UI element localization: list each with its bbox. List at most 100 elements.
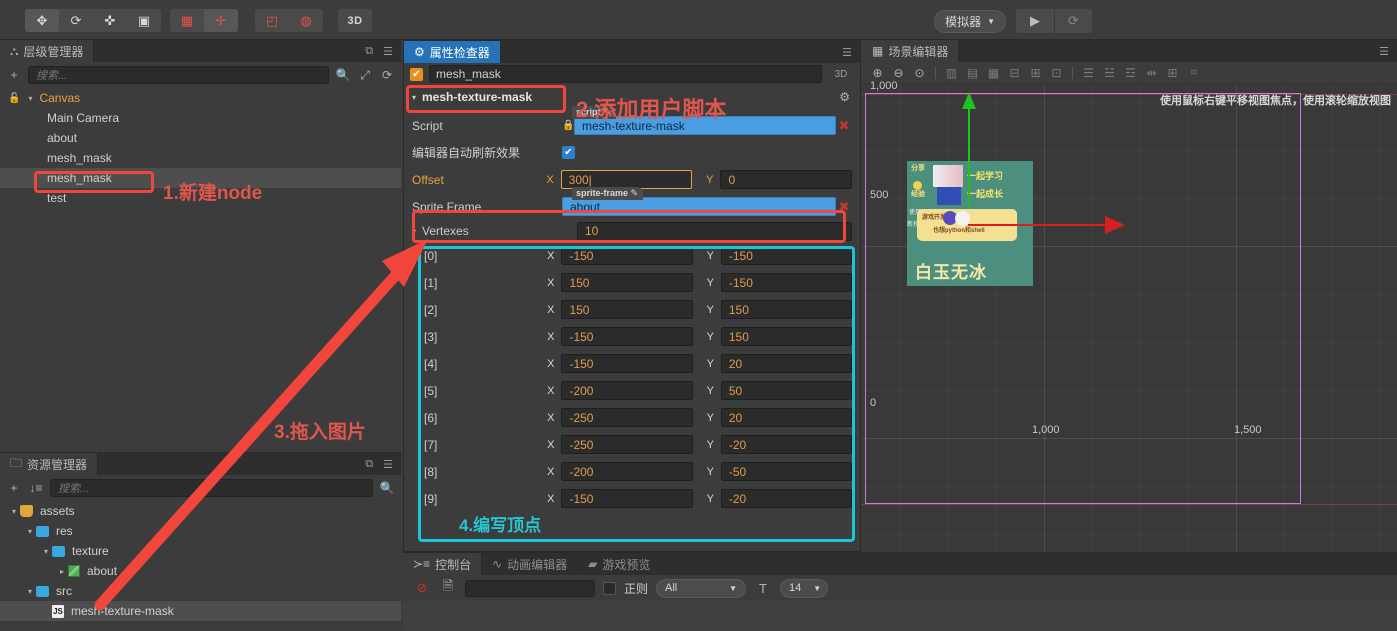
refresh-button[interactable]: ⟳ (1054, 9, 1092, 33)
align-right-icon[interactable]: ▦ (984, 64, 1003, 82)
tab-inspector[interactable]: ⚙ 属性检查器 (404, 41, 501, 63)
node-enabled-checkbox[interactable]: ✔ (410, 67, 423, 81)
align-middle-v-icon[interactable]: ⊞ (1026, 64, 1045, 82)
hierarchy-item-main-camera[interactable]: Main Camera (0, 108, 401, 128)
position-gizmo-toggle[interactable]: ▦ (170, 9, 204, 32)
local-coord-toggle[interactable]: ◰ (255, 9, 289, 32)
auto-refresh-checkbox[interactable]: ✔ (562, 146, 575, 159)
gizmo-x-axis[interactable] (968, 224, 1108, 226)
play-button[interactable]: ▶ (1016, 9, 1054, 33)
vertex-y-input[interactable]: -20 (720, 489, 853, 508)
add-node-button[interactable]: + (6, 68, 22, 82)
tab-scene[interactable]: ▦ 场景编辑器 (862, 40, 960, 62)
search-icon[interactable]: 🔍 (335, 68, 351, 82)
tree-arrow-icon[interactable]: ▾ (24, 587, 36, 596)
vertex-x-input[interactable]: -250 (561, 408, 693, 427)
scale-tool[interactable]: ✜ (93, 9, 127, 32)
mode-3d-button[interactable]: 3D (338, 9, 372, 32)
hierarchy-item-canvas[interactable]: 🔓 ▾ Canvas (0, 88, 401, 108)
font-size-select[interactable]: 14 ▼ (780, 578, 829, 598)
asset-item-texture[interactable]: ▾ texture (0, 541, 401, 561)
zoom-out-icon[interactable]: ⊖ (889, 64, 908, 82)
vertex-y-input[interactable]: -150 (720, 273, 853, 292)
menu-icon[interactable]: ☰ (1379, 45, 1389, 58)
snap-icon[interactable]: ⇹ (1142, 64, 1161, 82)
grid-icon[interactable]: ⊞ (1163, 64, 1182, 82)
tree-arrow-icon[interactable]: ▾ (24, 94, 36, 103)
distribute-even-icon[interactable]: ☲ (1121, 64, 1140, 82)
sort-icon[interactable]: ↓≡ (28, 481, 44, 495)
rect-tool[interactable]: ▣ (127, 9, 161, 32)
hierarchy-item-mesh-mask[interactable]: mesh_mask (0, 148, 401, 168)
anchor-gizmo-toggle[interactable]: ✛ (204, 9, 238, 32)
search-icon[interactable]: 🔍 (379, 481, 395, 495)
vertex-y-input[interactable]: -150 (720, 246, 853, 265)
asset-item-about[interactable]: ▸ about (0, 561, 401, 581)
vertex-x-input[interactable]: -200 (561, 381, 693, 400)
zoom-in-icon[interactable]: ⊕ (868, 64, 887, 82)
hierarchy-item-about[interactable]: about (0, 128, 401, 148)
popout-icon[interactable]: ⧉ (365, 458, 373, 471)
align-center-h-icon[interactable]: ▤ (963, 64, 982, 82)
gizmo-y-axis[interactable] (968, 106, 970, 206)
refresh-icon[interactable]: ⟳ (379, 68, 395, 82)
vertex-y-input[interactable]: 150 (720, 300, 853, 319)
vertex-y-input[interactable]: 20 (720, 408, 853, 427)
align-bottom-icon[interactable]: ⊡ (1047, 64, 1066, 82)
distribute-h-icon[interactable]: ☰ (1079, 64, 1098, 82)
menu-icon[interactable]: ☰ (842, 46, 852, 59)
tree-arrow-icon[interactable]: ▾ (24, 527, 36, 536)
tree-arrow-icon[interactable]: ▾ (40, 547, 52, 556)
vertex-x-input[interactable]: 150 (561, 273, 693, 292)
distribute-v-icon[interactable]: ☱ (1100, 64, 1119, 82)
tab-animation-editor[interactable]: ∿ 动画编辑器 (482, 553, 579, 575)
vertex-x-input[interactable]: -150 (561, 327, 693, 346)
vertex-x-input[interactable]: -150 (561, 354, 693, 373)
align-left-icon[interactable]: ▥ (942, 64, 961, 82)
add-asset-button[interactable]: + (6, 481, 22, 495)
chevron-down-icon[interactable]: ▾ (412, 93, 416, 102)
asset-item-assets[interactable]: ▾ assets (0, 501, 401, 521)
script-clear-button[interactable]: ✖ (836, 118, 852, 134)
chevron-down-icon[interactable]: ▾ (412, 227, 422, 236)
vertex-x-input[interactable]: 150 (561, 300, 693, 319)
regex-checkbox[interactable] (603, 581, 616, 595)
vertex-y-input[interactable]: -50 (720, 462, 853, 481)
align-top-icon[interactable]: ⊟ (1005, 64, 1024, 82)
open-log-file-button[interactable]: 🗎 (439, 578, 457, 597)
tab-console[interactable]: ≻≡ 控制台 (403, 553, 483, 575)
vertex-y-input[interactable]: -20 (720, 435, 853, 454)
vertex-y-input[interactable]: 150 (720, 327, 853, 346)
expand-icon[interactable]: ⤢ (357, 68, 373, 83)
vertex-y-input[interactable]: 20 (720, 354, 853, 373)
vertex-x-input[interactable]: -200 (561, 462, 693, 481)
rotate-tool[interactable]: ⟳ (59, 9, 93, 32)
log-level-select[interactable]: All ▼ (656, 578, 747, 598)
menu-icon[interactable]: ☰ (383, 458, 393, 471)
menu-icon[interactable]: ☰ (383, 45, 393, 58)
vertex-x-input[interactable]: -250 (561, 435, 693, 454)
asset-item-src[interactable]: ▾ src (0, 581, 401, 601)
offset-y-input[interactable]: 0 (720, 170, 852, 189)
vertexes-count-input[interactable]: 10 (577, 221, 852, 241)
console-search-input[interactable] (465, 579, 595, 597)
tree-arrow-icon[interactable]: ▾ (8, 507, 20, 516)
tab-assets[interactable]: 🗀 资源管理器 (0, 453, 99, 475)
vertex-x-input[interactable]: -150 (561, 246, 693, 265)
clear-console-button[interactable]: ⊘ (413, 579, 431, 597)
popout-icon[interactable]: ⧉ (365, 45, 373, 58)
simulator-select[interactable]: 模拟器 ▼ (934, 9, 1006, 33)
node-name-input[interactable]: mesh_mask (429, 65, 822, 83)
vertex-y-input[interactable]: 50 (720, 381, 853, 400)
tab-hierarchy[interactable]: ⛬ 层级管理器 (0, 40, 95, 62)
component-settings-icon[interactable]: ⚙ (839, 90, 850, 104)
move-tool[interactable]: ✥ (25, 9, 59, 32)
gizmo-icon[interactable]: ⌗ (1184, 64, 1203, 82)
asset-item-res[interactable]: ▾ res (0, 521, 401, 541)
zoom-fit-icon[interactable]: ⊙ (910, 64, 929, 82)
scene-viewport[interactable]: 分享 经验 使用 新技术 一起学习 一起成长 游戏开发小萌新 也想python和… (862, 84, 1397, 552)
lock-icon[interactable]: 🔓 (8, 93, 20, 104)
tab-game-preview[interactable]: ▰ 游戏预览 (578, 553, 662, 575)
sprite-frame-clear-button[interactable]: ✖ (836, 199, 852, 215)
tree-arrow-icon[interactable]: ▸ (56, 567, 68, 576)
